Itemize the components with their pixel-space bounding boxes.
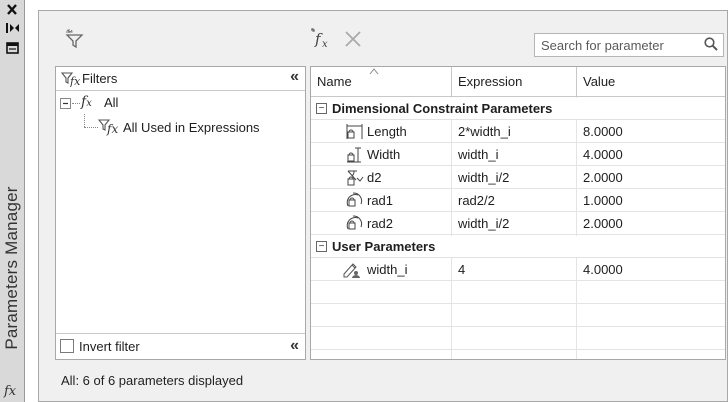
- collapse-footer-button[interactable]: «: [290, 337, 299, 355]
- parameter-name: width_i: [367, 262, 408, 277]
- fx-icon: fx: [4, 384, 17, 399]
- tree-label-used: All Used in Expressions: [123, 120, 260, 135]
- autohide-icon[interactable]: [0, 22, 25, 34]
- invert-filter-checkbox[interactable]: [60, 339, 74, 353]
- parameter-value: 2.0000: [583, 216, 623, 231]
- parameter-value: 2.0000: [583, 170, 623, 185]
- properties-icon[interactable]: [0, 42, 25, 54]
- delete-icon: [345, 31, 361, 47]
- tree-label-all: All: [104, 95, 119, 110]
- filter-fx-icon: fx: [98, 118, 120, 136]
- parameters-manager-panel: f x fx Filters « fx All: [38, 10, 728, 402]
- parameter-expression[interactable]: 4: [458, 259, 578, 281]
- parameter-expression[interactable]: width_i/2: [458, 213, 578, 235]
- parameter-expression[interactable]: width_i/2: [458, 167, 578, 189]
- parameter-value: 1.0000: [583, 193, 623, 208]
- group-row[interactable]: − User Parameters: [311, 236, 725, 258]
- filters-title: Filters: [82, 71, 118, 86]
- collapse-filters-button[interactable]: «: [290, 68, 299, 86]
- parameter-value: 4.0000: [583, 262, 623, 277]
- collapse-group-icon[interactable]: −: [316, 241, 327, 252]
- user-parameter-icon: [341, 261, 363, 279]
- group-label: Dimensional Constraint Parameters: [332, 101, 553, 116]
- filters-header: fx Filters «: [56, 67, 305, 91]
- group-label: User Parameters: [332, 239, 436, 254]
- parameters-grid: Name Expression Value − Dimensional Cons…: [310, 66, 726, 360]
- parameter-name: rad1: [367, 193, 394, 208]
- table-row[interactable]: rad1 rad2/2 1.0000: [311, 190, 725, 212]
- filters-pane: fx Filters « fx All fx All Used in Expre…: [55, 66, 306, 360]
- close-icon[interactable]: [0, 4, 25, 16]
- parameter-name: rad2: [367, 216, 394, 231]
- search-input[interactable]: [541, 37, 691, 53]
- tree-node-used-in-expressions[interactable]: fx All Used in Expressions: [60, 114, 304, 139]
- table-row[interactable]: d2 width_i/2 2.0000: [311, 167, 725, 189]
- column-header-name[interactable]: Name: [311, 67, 452, 97]
- grid-header: Name Expression Value: [311, 67, 725, 97]
- tree-node-all[interactable]: fx All: [60, 94, 300, 114]
- linear-dimension-icon: [345, 123, 365, 141]
- search-box[interactable]: [534, 33, 724, 57]
- collapse-node-icon[interactable]: [60, 98, 72, 110]
- collapse-group-icon[interactable]: −: [316, 103, 327, 114]
- sort-ascending-icon: [369, 67, 379, 75]
- fx-node-icon: fx: [81, 94, 92, 110]
- parameter-value: 8.0000: [583, 124, 623, 139]
- magnifier-icon[interactable]: [703, 36, 719, 52]
- empty-row: [311, 282, 725, 304]
- parameter-value: 4.0000: [583, 147, 623, 162]
- svg-text:fx: fx: [106, 122, 118, 136]
- angular-dimension-icon: [345, 169, 365, 187]
- empty-row: [311, 328, 725, 350]
- palette-title: Parameters Manager: [2, 186, 21, 350]
- group-row[interactable]: − Dimensional Constraint Parameters: [311, 98, 725, 120]
- invert-filter-label[interactable]: Invert filter: [79, 339, 140, 354]
- column-header-value[interactable]: Value: [577, 67, 725, 97]
- parameter-name: Length: [367, 124, 407, 139]
- vertical-dimension-icon: [345, 146, 365, 164]
- create-filter-button[interactable]: [63, 29, 85, 49]
- new-user-parameter-button[interactable]: f x: [309, 28, 335, 50]
- parameter-name: d2: [367, 170, 382, 185]
- svg-text:fx: fx: [69, 75, 81, 87]
- parameter-expression[interactable]: rad2/2: [458, 190, 578, 212]
- radial-dimension-icon: [345, 192, 365, 210]
- column-header-expression[interactable]: Expression: [452, 67, 577, 97]
- empty-row: [311, 305, 725, 327]
- parameter-expression[interactable]: 2*width_i: [458, 121, 578, 143]
- table-row[interactable]: width_i 4 4.0000: [311, 259, 725, 281]
- palette-sidestrip: Parameters Manager fx: [0, 0, 25, 402]
- radial-dimension-icon: [345, 215, 365, 233]
- svg-text:x: x: [322, 39, 328, 50]
- fx-star-icon: f x: [311, 28, 328, 50]
- table-row[interactable]: Width width_i 4.0000: [311, 144, 725, 166]
- filter-star-icon: [65, 29, 84, 49]
- parameter-expression[interactable]: width_i: [458, 144, 578, 166]
- parameter-name: Width: [367, 147, 401, 162]
- table-row[interactable]: rad2 width_i/2 2.0000: [311, 213, 725, 235]
- status-text: All: 6 of 6 parameters displayed: [61, 373, 244, 388]
- filters-footer: Invert filter «: [56, 333, 305, 359]
- table-row[interactable]: Length 2*width_i 8.0000: [311, 121, 725, 143]
- filter-fx-icon: fx: [61, 71, 81, 87]
- delete-parameter-button[interactable]: [344, 30, 362, 48]
